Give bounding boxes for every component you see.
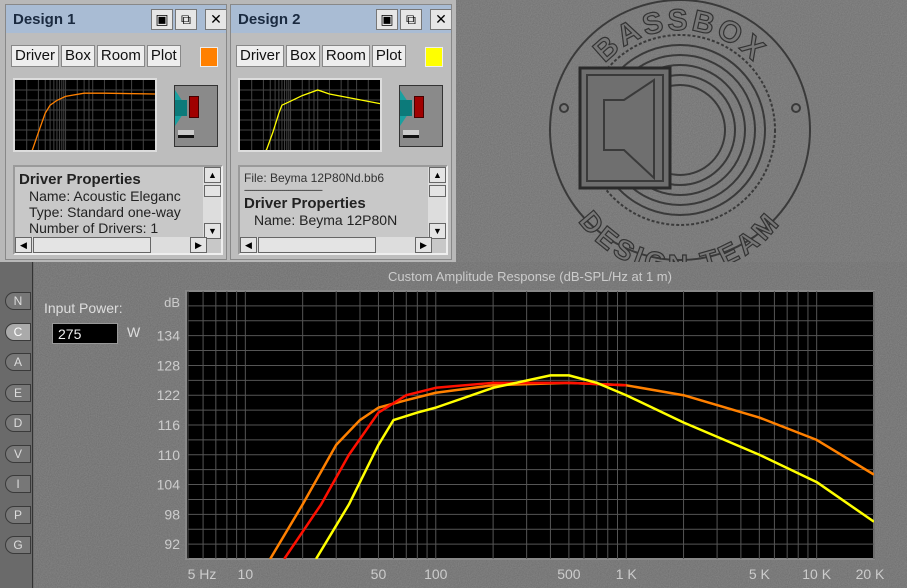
horizontal-scrollbar[interactable]: ◀ ▶ — [15, 237, 207, 253]
save-button[interactable]: ▣ — [151, 9, 173, 30]
plot-color-swatch[interactable] — [200, 47, 218, 67]
design-panel-1: Design 1 ▣ ⧉ ✕ Driver Box Room Plot Driver Prope… — [5, 4, 227, 260]
view-button-g[interactable]: G — [5, 536, 31, 554]
section-heading: Driver Properties — [19, 171, 141, 188]
tab-plot[interactable]: Plot — [371, 45, 406, 67]
property-line: Number of Drivers: 1 — [29, 220, 159, 236]
tab-room[interactable]: Room — [321, 45, 370, 67]
view-button-n[interactable]: N — [5, 292, 31, 310]
input-power-field[interactable]: 275 — [52, 323, 118, 344]
mini-curve — [14, 92, 156, 165]
view-button-e[interactable]: E — [5, 383, 31, 402]
tab-driver[interactable]: Driver — [11, 45, 59, 67]
close-button[interactable]: ✕ — [430, 9, 451, 30]
logo-area: BASSBOX DESIGN TEAM — [456, 0, 907, 262]
plot-color-swatch[interactable] — [425, 47, 443, 67]
property-line: --------------------------------------- — [244, 185, 323, 195]
section-heading: Driver Properties — [244, 195, 366, 212]
save-icon: ▣ — [155, 11, 169, 27]
design-tabs: Driver Box Room Plot — [236, 45, 406, 67]
property-line: File: Beyma 12P80Nd.bb6 — [244, 171, 385, 185]
input-power-unit: W — [127, 324, 141, 340]
view-button-c[interactable]: C — [5, 322, 31, 341]
input-power-label: Input Power: — [44, 300, 123, 316]
vertical-scrollbar[interactable]: ▲ ▼ — [203, 167, 221, 239]
tab-box[interactable]: Box — [286, 45, 320, 67]
tab-box[interactable]: Box — [61, 45, 95, 67]
view-button-p[interactable]: P — [5, 505, 31, 524]
save-button[interactable]: ▣ — [376, 9, 398, 30]
copy-button[interactable]: ⧉ — [175, 9, 197, 30]
view-button-i[interactable]: I — [5, 475, 31, 493]
mini-response-graph — [13, 78, 157, 165]
copy-icon: ⧉ — [181, 11, 191, 27]
tab-driver[interactable]: Driver — [236, 45, 284, 67]
copy-icon: ⧉ — [406, 11, 416, 27]
close-icon: ✕ — [435, 11, 447, 27]
tab-room[interactable]: Room — [96, 45, 145, 67]
property-line: Name: Beyma 12P80N — [254, 212, 398, 228]
tab-plot[interactable]: Plot — [146, 45, 181, 67]
property-line: Type: Standard one-way — [29, 204, 181, 220]
design-panel-2: Design 2 ▣ ⧉ ✕ Driver Box Room Plot File: Beyma … — [230, 4, 452, 260]
save-icon: ▣ — [380, 11, 394, 27]
chart-panel: Input Power: 275 W — [34, 262, 907, 588]
property-line: Name: Acoustic Eleganc — [29, 188, 181, 204]
speaker-box-icon[interactable] — [174, 85, 218, 147]
horizontal-scrollbar[interactable]: ◀ ▶ — [240, 237, 432, 253]
mini-response-graph — [238, 78, 382, 165]
view-button-column: NCAEDVIPG — [0, 262, 33, 588]
driver-properties-box: File: Beyma 12P80Nd.bb6 -----------------… — [238, 165, 448, 255]
copy-button[interactable]: ⧉ — [400, 9, 422, 30]
view-button-d[interactable]: D — [5, 414, 31, 432]
driver-properties-box: Driver Properties Name: Acoustic Eleganc T… — [13, 165, 223, 255]
speaker-box-icon[interactable] — [399, 85, 443, 147]
view-button-a[interactable]: A — [5, 353, 31, 371]
vertical-scrollbar[interactable]: ▲ ▼ — [428, 167, 446, 239]
view-button-v[interactable]: V — [5, 444, 31, 463]
design-tabs: Driver Box Room Plot — [11, 45, 181, 67]
close-button[interactable]: ✕ — [205, 9, 226, 30]
close-icon: ✕ — [210, 11, 222, 27]
